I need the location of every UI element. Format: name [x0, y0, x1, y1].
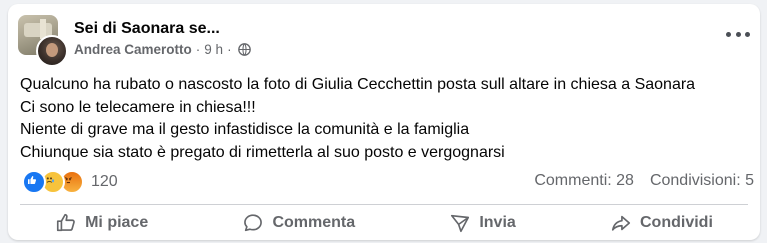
- globe-icon: [237, 43, 251, 56]
- post-text-line: Ci sono le telecamere in chiesa!!!: [20, 98, 256, 116]
- thumbs-up-icon: [57, 213, 75, 232]
- author-link[interactable]: Andrea Camerotto: [74, 42, 192, 57]
- divider: [20, 204, 748, 205]
- avatar[interactable]: [36, 35, 68, 67]
- share-button-label: Condividi: [640, 214, 713, 231]
- post-text-line: Niente di grave ma il gesto infastidisce…: [20, 121, 470, 138]
- dot-icon: [735, 31, 741, 37]
- reactions-summary[interactable]: 120: [22, 170, 118, 194]
- post-text-line: Qualcuno ha rubato o nascosto la foto di…: [20, 76, 696, 93]
- send-icon: [451, 214, 470, 233]
- meta-separator: ·: [195, 42, 201, 57]
- post-stats: Commenti: 28 Condivisioni: 5: [534, 172, 754, 190]
- like-icon: [22, 170, 46, 194]
- like-button-label: Mi piace: [85, 214, 149, 231]
- avatar-group[interactable]: [18, 15, 68, 67]
- meta-separator: ·: [227, 42, 232, 57]
- more-options-button[interactable]: [726, 26, 750, 42]
- send-button-label: Invia: [479, 214, 516, 231]
- comment-button[interactable]: Commenta: [230, 208, 367, 238]
- dot-icon: [726, 31, 731, 37]
- dot-icon: [745, 31, 750, 37]
- post-body: Qualcuno ha rubato o nascosto la foto di…: [20, 74, 755, 164]
- like-button[interactable]: Mi piace: [43, 208, 160, 238]
- post-card: Sei di Saonara se... Andrea Camerotto · …: [8, 4, 760, 240]
- share-arrow-icon: [611, 215, 631, 231]
- reaction-count: 120: [91, 173, 118, 190]
- post-meta: Andrea Camerotto · 9 h ·: [74, 42, 251, 57]
- post-text-line: Chiunque sia stato è pregato di rimetter…: [20, 143, 505, 161]
- group-name-link[interactable]: Sei di Saonara se...: [74, 20, 220, 38]
- comment-button-label: Commenta: [272, 214, 356, 231]
- send-button[interactable]: Invia: [437, 208, 527, 238]
- share-button[interactable]: Condividi: [598, 208, 725, 238]
- action-bar: Mi piace Commenta Invia Condividi: [8, 207, 760, 239]
- comment-bubble-icon: [244, 214, 263, 232]
- post-timestamp[interactable]: 9 h: [204, 42, 223, 57]
- shares-count-link[interactable]: Condivisioni: 5: [650, 172, 754, 190]
- comments-count-link[interactable]: Commenti: 28: [534, 172, 634, 190]
